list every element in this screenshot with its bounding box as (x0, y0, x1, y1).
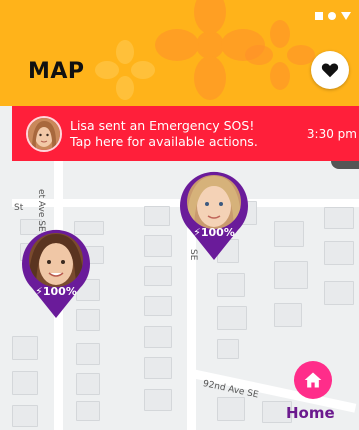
flower-decoration (245, 20, 315, 90)
lightning-icon: ⚡ (193, 226, 201, 239)
building (217, 397, 245, 421)
building (274, 221, 304, 247)
building (144, 326, 172, 348)
location-pin-icon (22, 229, 91, 318)
favorites-button[interactable] (311, 51, 349, 89)
map-marker[interactable]: ⚡100% (176, 170, 252, 262)
building (12, 371, 38, 395)
home-button-label[interactable]: Home (286, 404, 335, 422)
building (274, 303, 302, 327)
battery-level: 100% (200, 226, 235, 239)
building (217, 273, 245, 297)
street-label: et Ave SE (36, 189, 46, 232)
app-screen: MAP Lisa sent an Emergency SOS! Tap here… (0, 0, 359, 430)
home-icon (304, 372, 322, 388)
battery-indicator: ⚡100% (18, 285, 94, 298)
building (217, 339, 239, 359)
square-icon (315, 12, 323, 20)
sos-message-line1: Lisa sent an Emergency SOS! (70, 117, 255, 133)
home-button[interactable] (294, 361, 332, 399)
building (144, 296, 172, 316)
sos-alert-banner[interactable]: Lisa sent an Emergency SOS! Tap here for… (12, 106, 359, 161)
page-title: MAP (28, 59, 85, 84)
map-marker[interactable]: ⚡100% (18, 228, 94, 320)
status-bar-icons (315, 12, 351, 20)
battery-level: 100% (42, 285, 77, 298)
building (324, 241, 354, 265)
building (144, 389, 172, 411)
building (12, 336, 38, 360)
building (144, 266, 172, 286)
building (144, 235, 172, 257)
lightning-icon: ⚡ (35, 285, 43, 298)
street-label: St (14, 203, 24, 213)
heart-icon (321, 63, 339, 78)
avatar (26, 115, 62, 152)
building (324, 207, 354, 229)
building (76, 343, 100, 365)
app-header: MAP (0, 0, 359, 106)
building (76, 373, 100, 395)
building (12, 405, 38, 427)
building (144, 206, 170, 226)
building (144, 357, 172, 379)
building (217, 306, 247, 330)
circle-icon (328, 12, 336, 20)
triangle-icon (341, 12, 351, 20)
battery-indicator: ⚡100% (176, 226, 252, 239)
flower-decoration (95, 40, 155, 100)
sos-message: Lisa sent an Emergency SOS! Tap here for… (70, 118, 307, 150)
sos-message-line2: Tap here for available actions. (70, 133, 258, 149)
building (76, 401, 100, 421)
building (324, 281, 354, 305)
location-pin-icon (180, 171, 248, 260)
map-control-edge (331, 161, 359, 169)
building (274, 261, 308, 289)
sos-timestamp: 3:30 pm (306, 126, 357, 141)
